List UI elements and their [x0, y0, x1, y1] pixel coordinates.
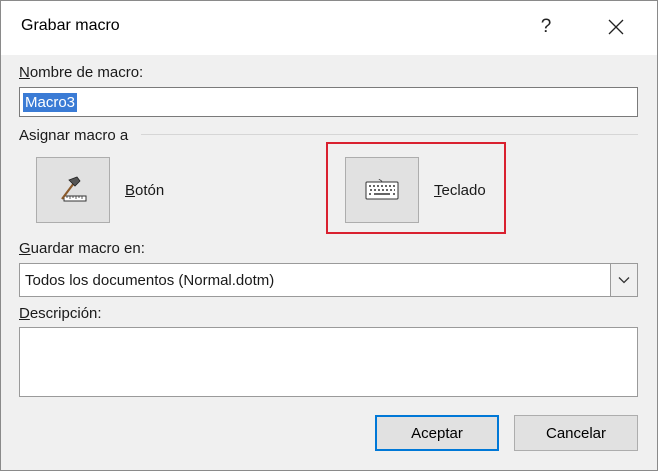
macro-name-value: Macro3: [23, 93, 78, 112]
assign-button-button[interactable]: [36, 157, 110, 223]
description-label: Descripción:: [19, 305, 102, 322]
chevron-down-icon: [618, 277, 630, 284]
assign-button-label: Botón: [125, 182, 165, 199]
dialog-title: Grabar macro: [21, 17, 120, 34]
dropdown-button[interactable]: [610, 264, 637, 296]
help-icon: ?: [540, 16, 552, 37]
close-button[interactable]: [596, 7, 636, 47]
assign-macro-label: Asignar macro a: [19, 127, 129, 144]
keyboard-icon: [365, 179, 399, 200]
section-separator: [141, 134, 638, 135]
hammer-ruler-icon: [61, 176, 87, 202]
macro-name-input[interactable]: Macro3: [19, 87, 638, 117]
help-button[interactable]: ?: [526, 7, 566, 47]
cancel-button[interactable]: Cancelar: [514, 415, 638, 451]
title-bar: Grabar macro ?: [1, 1, 657, 55]
store-macro-value: Todos los documentos (Normal.dotm): [25, 272, 275, 289]
record-macro-dialog: Grabar macro ? Nombre de macro: Macro3 A…: [0, 0, 658, 471]
store-macro-select[interactable]: Todos los documentos (Normal.dotm): [19, 263, 638, 297]
store-macro-label: Guardar macro en:: [19, 240, 145, 257]
close-icon: [608, 19, 624, 35]
assign-keyboard-label: Teclado: [434, 182, 486, 199]
ok-button[interactable]: Aceptar: [375, 415, 499, 451]
description-textarea[interactable]: [19, 327, 638, 397]
assign-keyboard-button[interactable]: [345, 157, 419, 223]
macro-name-label: Nombre de macro:: [19, 64, 144, 81]
